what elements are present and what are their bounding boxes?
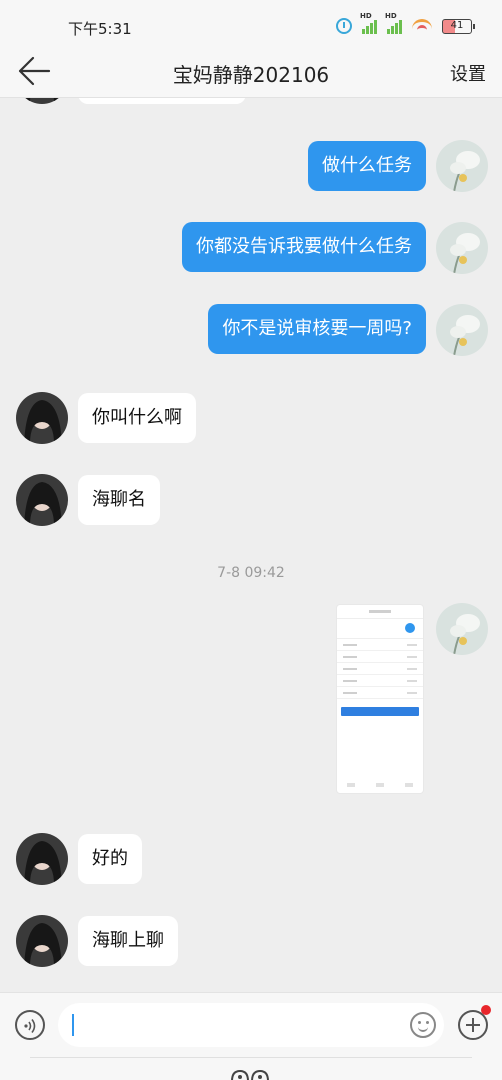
- message-bubble-received[interactable]: 好的: [78, 834, 142, 884]
- chat-header: 宝妈静静202106 设置: [0, 44, 502, 98]
- settings-button[interactable]: 设置: [450, 60, 486, 86]
- image-message[interactable]: [336, 604, 424, 794]
- message-bubble-received[interactable]: 海聊上聊: [78, 916, 178, 966]
- text-caret: [72, 1014, 74, 1036]
- message-bubble-received[interactable]: 你叫什么啊: [78, 393, 196, 443]
- signal-icon-2: HD: [385, 12, 402, 34]
- avatar-self[interactable]: [436, 140, 488, 192]
- message-input[interactable]: [58, 1003, 444, 1047]
- face-icon[interactable]: [230, 1067, 270, 1080]
- message-bubble-received[interactable]: 海聊名: [78, 475, 160, 525]
- message-bubble-partial: [78, 98, 246, 104]
- divider: [30, 1057, 472, 1058]
- avatar[interactable]: [16, 98, 68, 104]
- avatar-self[interactable]: [436, 222, 488, 274]
- message-list[interactable]: 做什么任务 你都没告诉我要做什么任务 你不是说审核要一周吗? 你叫什么啊 海聊名…: [0, 98, 502, 992]
- avatar-self[interactable]: [436, 304, 488, 356]
- page-title: 宝妈静静202106: [172, 63, 330, 87]
- wifi-icon: [412, 19, 432, 33]
- message-timestamp: 7-8 09:42: [217, 565, 285, 581]
- hd-label: HD: [360, 12, 372, 20]
- message-bubble-sent[interactable]: 你不是说审核要一周吗?: [208, 304, 426, 354]
- battery-icon: 41: [442, 18, 475, 34]
- emoji-icon[interactable]: [410, 1012, 436, 1038]
- notification-dot: [481, 1005, 491, 1015]
- status-icons: HD HD 41: [336, 12, 475, 34]
- avatar[interactable]: [16, 833, 68, 885]
- avatar[interactable]: [16, 474, 68, 526]
- hd-label-2: HD: [385, 12, 397, 20]
- message-bubble-sent[interactable]: 做什么任务: [308, 141, 426, 191]
- message-bubble-sent[interactable]: 你都没告诉我要做什么任务: [182, 222, 426, 272]
- signal-icon: HD: [360, 12, 377, 34]
- status-time: 下午5:31: [68, 20, 132, 38]
- avatar[interactable]: [16, 392, 68, 444]
- avatar[interactable]: [16, 915, 68, 967]
- clock-icon: [336, 18, 352, 34]
- voice-icon[interactable]: [15, 1010, 45, 1040]
- input-bar: [0, 992, 502, 1080]
- avatar-self[interactable]: [436, 603, 488, 655]
